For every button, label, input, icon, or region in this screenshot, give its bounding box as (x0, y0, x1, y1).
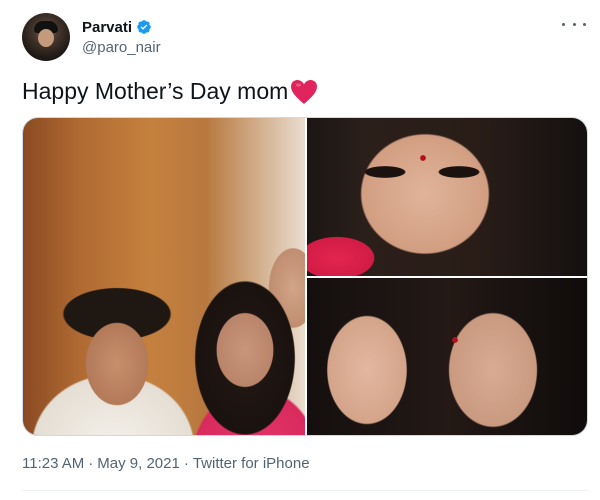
tweet-card: Parvati @paro_nair Happy Mother’s Day mo… (0, 0, 600, 500)
photo-mother-daughter[interactable] (307, 278, 587, 435)
tweet-date[interactable]: May 9, 2021 (97, 455, 180, 472)
avatar[interactable] (22, 13, 70, 61)
meta-separator: · (183, 455, 189, 472)
divider (22, 490, 588, 491)
tweet-header: Parvati @paro_nair (22, 13, 161, 61)
dot (562, 22, 565, 26)
name-row: Parvati (82, 19, 161, 36)
tweet-text-content: Happy Mother’s Day mom (22, 78, 289, 104)
photo-mother-closeup[interactable] (307, 118, 587, 276)
meta-separator: · (88, 455, 94, 472)
author-handle[interactable]: @paro_nair (82, 39, 161, 56)
tweet-time[interactable]: 11:23 AM (22, 455, 84, 472)
tweet-text: Happy Mother’s Day mom (22, 78, 318, 105)
author-display-name[interactable]: Parvati (82, 19, 132, 36)
media-grid (22, 117, 588, 436)
more-options-icon[interactable] (562, 14, 586, 34)
author-names: Parvati @paro_nair (82, 19, 161, 56)
dot (572, 22, 576, 26)
verified-badge-icon (136, 19, 152, 35)
dot (583, 22, 586, 26)
red-heart-icon (290, 79, 318, 105)
tweet-source[interactable]: Twitter for iPhone (193, 455, 310, 472)
photo-selfie-group[interactable] (23, 118, 305, 435)
tweet-meta: 11:23 AM · May 9, 2021 · Twitter for iPh… (22, 455, 310, 472)
